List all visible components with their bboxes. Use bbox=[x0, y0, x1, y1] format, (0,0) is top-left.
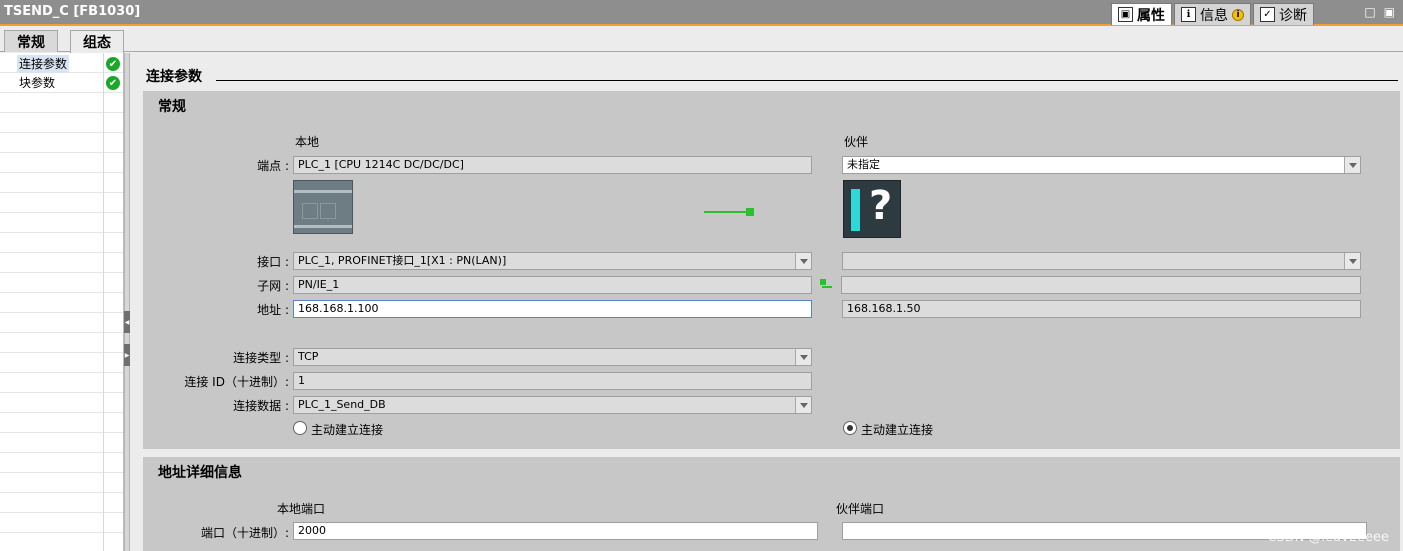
property-tabs: 常规 组态 bbox=[0, 28, 1403, 53]
chevron-down-icon[interactable] bbox=[1344, 253, 1360, 269]
section-title-general: 常规 bbox=[158, 99, 186, 115]
unknown-device-image: ? bbox=[843, 180, 901, 238]
chevron-down-icon[interactable] bbox=[795, 397, 811, 413]
question-mark-icon: ? bbox=[869, 183, 893, 229]
inspector-tabs: ▣ 属性 ℹ 信息 i ✓ 诊断 bbox=[1111, 3, 1316, 25]
partner-port-header: 伙伴端口 bbox=[836, 502, 885, 516]
connection-line bbox=[704, 211, 750, 213]
info-icon: ℹ bbox=[1181, 7, 1196, 22]
partner-endpoint-select[interactable]: 未指定 bbox=[842, 156, 1361, 174]
partner-address-input[interactable]: 168.168.1.50 bbox=[842, 300, 1361, 318]
local-header: 本地 bbox=[295, 135, 320, 149]
tab-general[interactable]: 常规 bbox=[4, 30, 58, 52]
tab-info[interactable]: ℹ 信息 i bbox=[1174, 3, 1251, 25]
partner-active-connection-label: 主动建立连接 bbox=[861, 423, 934, 437]
local-subnet-field[interactable]: PN/IE_1 bbox=[293, 276, 812, 294]
interface-label: 接口 : bbox=[257, 255, 289, 269]
left-navigation: 连接参数 ✔ 块参数 ✔ bbox=[0, 53, 124, 551]
window-buttons: □ ▣ bbox=[1364, 5, 1395, 19]
restore-icon[interactable]: □ bbox=[1364, 5, 1375, 19]
info-badge: i bbox=[1232, 8, 1244, 21]
section-title-address-details: 地址详细信息 bbox=[158, 465, 242, 481]
tab-properties[interactable]: ▣ 属性 bbox=[1111, 3, 1172, 25]
tab-diagnostics[interactable]: ✓ 诊断 bbox=[1253, 3, 1314, 25]
chevron-down-icon[interactable] bbox=[1344, 157, 1360, 173]
connection-endpoint-marker bbox=[746, 208, 754, 216]
local-active-connection-label: 主动建立连接 bbox=[311, 423, 384, 437]
tab-config[interactable]: 组态 bbox=[70, 30, 124, 53]
nav-divider bbox=[103, 53, 104, 551]
conn-id-input[interactable]: 1 bbox=[293, 372, 812, 390]
general-section: 常规 本地 伙伴 端点 : PLC_1 [CPU 1214C DC/DC/DC]… bbox=[143, 91, 1400, 449]
port-label: 端口（十进制）: bbox=[200, 526, 289, 540]
nav-splitter[interactable]: ◀ ▶ bbox=[124, 53, 130, 551]
properties-icon: ▣ bbox=[1118, 7, 1133, 22]
collapse-arrow-icon[interactable]: ◀ bbox=[124, 311, 130, 333]
local-port-header: 本地端口 bbox=[277, 502, 326, 516]
local-port-input[interactable]: 2000 bbox=[293, 522, 818, 540]
local-interface-select[interactable]: PLC_1, PROFINET接口_1[X1 : PN(LAN)] bbox=[293, 252, 812, 270]
address-label: 地址 : bbox=[257, 303, 289, 317]
conn-data-label: 连接数据 : bbox=[233, 399, 289, 413]
editor-title-bar: TSEND_C [FB1030] ▣ 属性 ℹ 信息 i ✓ 诊断 □ ▣ bbox=[0, 0, 1403, 26]
diagnostics-icon: ✓ bbox=[1260, 7, 1275, 22]
check-icon: ✔ bbox=[106, 57, 120, 71]
endpoint-label: 端点 : bbox=[257, 159, 289, 173]
local-active-connection-radio[interactable] bbox=[293, 421, 307, 435]
subnet-label: 子网 : bbox=[257, 279, 289, 293]
conn-type-select[interactable]: TCP bbox=[293, 348, 812, 366]
partner-header: 伙伴 bbox=[844, 135, 869, 149]
conn-type-label: 连接类型 : bbox=[233, 351, 289, 365]
page-title: 连接参数 bbox=[146, 66, 210, 86]
expand-arrow-icon[interactable]: ▶ bbox=[124, 344, 130, 366]
heading-rule bbox=[216, 80, 1398, 81]
watermark: CSDN @leavEeeee bbox=[1267, 530, 1389, 545]
partner-interface-select[interactable] bbox=[842, 252, 1361, 270]
plc-device-image bbox=[293, 180, 353, 234]
conn-data-select[interactable]: PLC_1_Send_DB bbox=[293, 396, 812, 414]
subnet-link-line bbox=[822, 286, 832, 288]
main-content: 连接参数 常规 本地 伙伴 端点 : PLC_1 [CPU 1214C DC/D… bbox=[131, 53, 1403, 551]
partner-active-connection-radio[interactable] bbox=[843, 421, 857, 435]
nav-item-block-params[interactable]: 块参数 bbox=[17, 74, 57, 92]
chevron-down-icon[interactable] bbox=[795, 349, 811, 365]
window-title: TSEND_C [FB1030] bbox=[4, 4, 141, 19]
nav-item-connection-params[interactable]: 连接参数 bbox=[17, 55, 70, 73]
maximize-icon[interactable]: ▣ bbox=[1384, 5, 1395, 19]
partner-subnet-field[interactable] bbox=[841, 276, 1361, 294]
local-endpoint-field[interactable]: PLC_1 [CPU 1214C DC/DC/DC] bbox=[293, 156, 812, 174]
chevron-down-icon[interactable] bbox=[795, 253, 811, 269]
subnet-link-icon bbox=[820, 279, 826, 285]
check-icon: ✔ bbox=[106, 76, 120, 90]
address-details-section: 地址详细信息 本地端口 伙伴端口 端口（十进制）: 2000 bbox=[143, 457, 1400, 551]
conn-id-label: 连接 ID（十进制）: bbox=[184, 375, 289, 389]
local-address-input[interactable]: 168.168.1.100 bbox=[293, 300, 812, 318]
